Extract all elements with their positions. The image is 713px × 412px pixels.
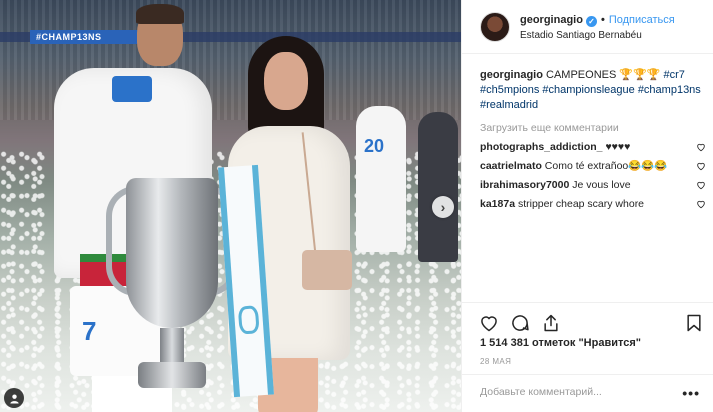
hashtag-link[interactable]: #realmadrid bbox=[480, 99, 538, 111]
background-person bbox=[418, 112, 458, 262]
comment-text: stripper cheap scary whore bbox=[517, 198, 645, 210]
load-more-comments-link[interactable]: Загрузить еще комментарии bbox=[480, 122, 706, 134]
comment-text: Como té extrañoo😂😂😂 bbox=[544, 160, 668, 172]
carousel-next-button[interactable]: › bbox=[432, 196, 454, 218]
trophy-base bbox=[138, 362, 206, 388]
comment-username[interactable]: ka187a bbox=[480, 198, 515, 210]
comment-icon[interactable] bbox=[510, 313, 530, 333]
comment-item: ibrahimasory7000 Je vous love bbox=[480, 179, 706, 191]
header-username-row: georginagio ✓ • Подписаться bbox=[520, 14, 675, 27]
comment-item: ka187a stripper cheap scary whore bbox=[480, 198, 706, 210]
likes-count[interactable]: 1 514 381 отметок "Нравится" bbox=[480, 337, 641, 349]
dot-separator: • bbox=[600, 14, 605, 26]
trophy-cup bbox=[126, 178, 218, 328]
post-header: georginagio ✓ • Подписаться Estadio Santiag… bbox=[462, 0, 713, 54]
heart-icon[interactable] bbox=[479, 313, 499, 333]
hashtag-link[interactable]: #championsleague bbox=[542, 84, 634, 96]
post-photo[interactable]: #CHAMP13NS 20 7 › bbox=[0, 0, 461, 412]
comments-section: georginagio CAMPEONES 🏆🏆🏆 #cr7 #ch5mpion… bbox=[480, 68, 706, 210]
hashtag-link[interactable]: #cr7 bbox=[664, 69, 685, 81]
chevron-right-icon: › bbox=[440, 199, 446, 215]
instagram-post: #CHAMP13NS 20 7 › georginagio ✓ • Подпис… bbox=[0, 0, 713, 412]
trophy-stem bbox=[160, 328, 184, 364]
user-tag-icon bbox=[9, 393, 19, 404]
more-options-button[interactable]: ••• bbox=[682, 385, 700, 401]
tagged-users-button[interactable] bbox=[4, 388, 24, 408]
heart-icon[interactable] bbox=[696, 199, 706, 209]
caption-text: CAMPEONES 🏆🏆🏆 bbox=[546, 69, 661, 81]
heart-icon[interactable] bbox=[696, 180, 706, 190]
post-caption: georginagio CAMPEONES 🏆🏆🏆 #cr7 #ch5mpion… bbox=[480, 68, 706, 113]
real-madrid-crest bbox=[237, 305, 260, 335]
comment-text: Je vous love bbox=[572, 179, 631, 191]
background-jersey-number: 20 bbox=[364, 136, 385, 156]
header-username[interactable]: georginagio bbox=[520, 14, 583, 26]
background-player: 20 bbox=[356, 106, 406, 252]
comment-input[interactable] bbox=[480, 386, 670, 398]
caption-username[interactable]: georginagio bbox=[480, 69, 543, 81]
location-link[interactable]: Estadio Santiago Bernabéu bbox=[520, 30, 642, 41]
woman-face bbox=[264, 52, 308, 110]
hashtag-link[interactable]: #champ13ns bbox=[638, 84, 701, 96]
comment-text: ♥♥♥♥ bbox=[605, 141, 631, 153]
share-icon[interactable] bbox=[541, 313, 561, 333]
bookmark-icon[interactable] bbox=[684, 313, 704, 333]
comment-item: caatrielmato Como té extrañoo😂😂😂 bbox=[480, 160, 706, 172]
action-bar bbox=[462, 302, 713, 342]
heart-icon[interactable] bbox=[696, 142, 706, 152]
comment-username[interactable]: caatrielmato bbox=[480, 160, 542, 172]
player-hair bbox=[136, 4, 184, 24]
post-side-panel: georginagio ✓ • Подписаться Estadio Santiag… bbox=[461, 0, 713, 412]
handbag bbox=[302, 250, 352, 290]
add-comment-bar: ••• bbox=[462, 374, 713, 412]
hashtag-link[interactable]: #ch5mpions bbox=[480, 84, 539, 96]
avatar[interactable] bbox=[480, 12, 510, 42]
heart-icon[interactable] bbox=[696, 161, 706, 171]
comment-item: photographs_addiction_ ♥♥♥♥ bbox=[480, 141, 706, 153]
comment-username[interactable]: photographs_addiction_ bbox=[480, 141, 603, 153]
jersey-number: 7 bbox=[82, 316, 97, 346]
comment-username[interactable]: ibrahimasory7000 bbox=[480, 179, 569, 191]
follow-button[interactable]: Подписаться bbox=[609, 14, 675, 26]
player-shirt-stripe bbox=[112, 76, 152, 102]
post-date[interactable]: 28 МАЯ bbox=[480, 357, 511, 366]
verified-badge-icon: ✓ bbox=[585, 16, 597, 27]
